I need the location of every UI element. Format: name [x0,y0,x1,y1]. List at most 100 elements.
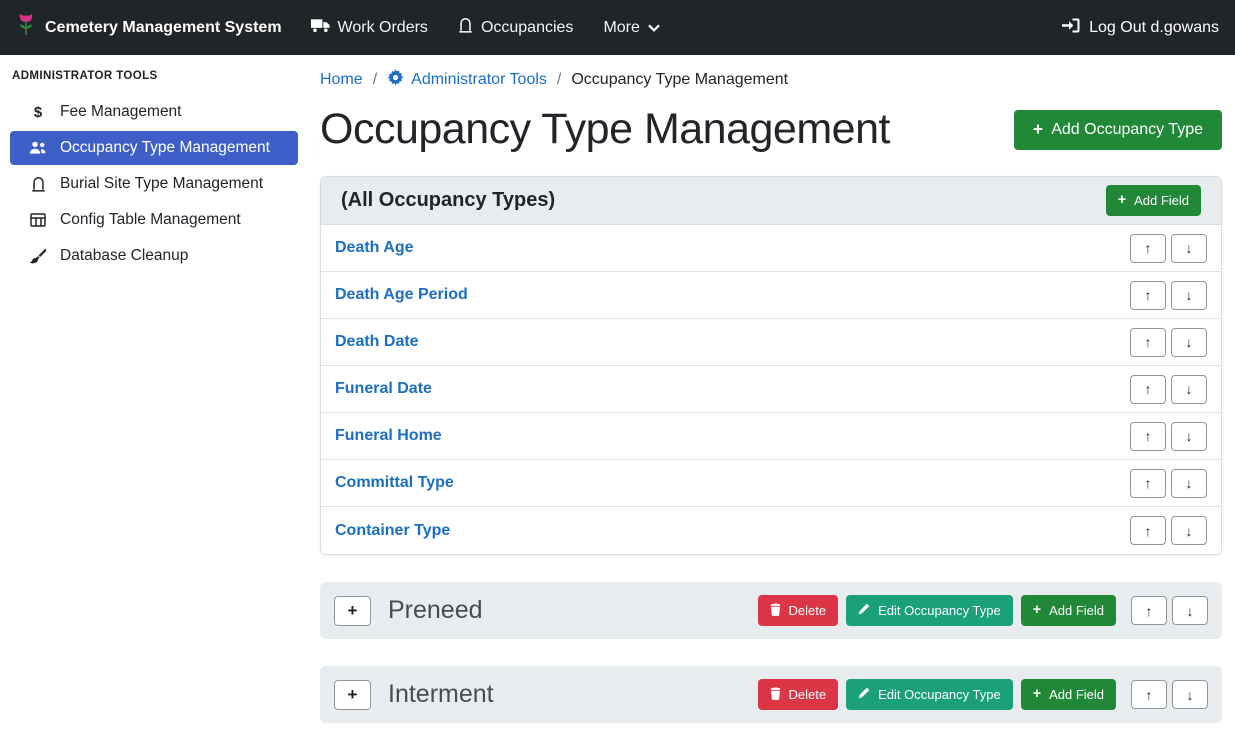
logout-icon [1062,18,1080,38]
add-field-label: Add Field [1049,603,1104,618]
nav-work-orders[interactable]: Work Orders [296,10,443,46]
logout-label: Log Out d.gowans [1089,19,1219,37]
reorder-buttons: ↑ ↓ [1130,516,1207,545]
field-link-death-age-period[interactable]: Death Age Period [335,286,468,304]
add-field-label: Add Field [1134,193,1189,208]
reorder-buttons: ↑ ↓ [1131,680,1208,709]
move-up-button[interactable]: ↑ [1130,234,1166,263]
field-link-funeral-home[interactable]: Funeral Home [335,427,442,445]
reorder-buttons: ↑ ↓ [1130,234,1207,263]
delete-button[interactable]: Delete [758,595,839,626]
move-down-button[interactable]: ↓ [1171,328,1207,357]
nav-links: Work Orders Occupancies More [296,9,675,46]
all-occupancy-types-card: (All Occupancy Types) + Add Field Death … [320,176,1222,555]
arrow-up-icon: ↑ [1145,523,1152,539]
expand-button[interactable]: + [334,596,371,626]
tombstone-icon [28,176,48,192]
move-up-button[interactable]: ↑ [1130,516,1166,545]
edit-occupancy-type-button[interactable]: Edit Occupancy Type [846,595,1013,626]
move-down-button[interactable]: ↓ [1171,422,1207,451]
move-up-button[interactable]: ↑ [1130,281,1166,310]
move-up-button[interactable]: ↑ [1131,596,1167,625]
broom-icon [28,248,48,264]
add-field-button[interactable]: + Add Field [1021,595,1116,626]
brand[interactable]: Cemetery Management System [16,12,282,44]
nav-occupancies[interactable]: Occupancies [443,9,589,46]
field-link-death-age[interactable]: Death Age [335,239,414,257]
table-icon [28,213,48,227]
add-occupancy-type-label: Add Occupancy Type [1051,121,1203,139]
delete-label: Delete [789,603,827,618]
move-down-button[interactable]: ↓ [1172,680,1208,709]
truck-icon [311,18,330,38]
field-row: Funeral Home ↑ ↓ [321,413,1221,460]
edit-occupancy-type-label: Edit Occupancy Type [878,687,1001,702]
sidebar-item-label: Fee Management [60,103,182,121]
edit-occupancy-type-button[interactable]: Edit Occupancy Type [846,679,1013,710]
section-actions: Delete Edit Occupancy Type + Add Field ↑ [758,595,1208,626]
nav-work-orders-label: Work Orders [338,19,428,37]
chevron-down-icon [648,19,660,37]
field-row: Committal Type ↑ ↓ [321,460,1221,507]
sidebar-item-fee-management[interactable]: $ Fee Management [10,95,298,129]
sidebar-item-label: Config Table Management [60,211,241,229]
move-down-button[interactable]: ↓ [1171,375,1207,404]
field-link-committal-type[interactable]: Committal Type [335,474,454,492]
plus-icon: + [1033,603,1041,617]
breadcrumb-separator: / [557,71,561,89]
pencil-icon [858,687,870,702]
trash-icon [770,687,781,703]
sidebar: ADMINISTRATOR TOOLS $ Fee Management Occ… [0,55,308,738]
move-down-button[interactable]: ↓ [1171,234,1207,263]
move-up-button[interactable]: ↑ [1130,375,1166,404]
move-down-button[interactable]: ↓ [1172,596,1208,625]
add-field-button[interactable]: + Add Field [1106,185,1201,216]
trash-icon [770,603,781,619]
sidebar-item-config-table-management[interactable]: Config Table Management [10,203,298,237]
users-icon [28,141,48,155]
arrow-up-icon: ↑ [1145,334,1152,350]
delete-button[interactable]: Delete [758,679,839,710]
move-up-button[interactable]: ↑ [1130,469,1166,498]
expand-button[interactable]: + [334,680,371,710]
occupancy-type-section-interment: + Interment Delete [320,666,1222,723]
occupancy-type-section-preneed: + Preneed Delete [320,582,1222,639]
plus-icon: + [1033,121,1043,139]
field-link-funeral-date[interactable]: Funeral Date [335,380,432,398]
main-content: Home / Administrator Tools / Occupancy T… [308,55,1235,738]
sidebar-item-database-cleanup[interactable]: Database Cleanup [10,239,298,273]
move-down-button[interactable]: ↓ [1171,281,1207,310]
arrow-up-icon: ↑ [1145,287,1152,303]
sidebar-item-burial-site-type-management[interactable]: Burial Site Type Management [10,167,298,201]
move-down-button[interactable]: ↓ [1171,469,1207,498]
sidebar-item-label: Database Cleanup [60,247,188,265]
top-navbar: Cemetery Management System Work Orders [0,0,1235,55]
plus-icon: + [1118,193,1126,207]
add-occupancy-type-button[interactable]: + Add Occupancy Type [1014,110,1222,150]
move-up-button[interactable]: ↑ [1131,680,1167,709]
field-link-death-date[interactable]: Death Date [335,333,419,351]
reorder-buttons: ↑ ↓ [1131,596,1208,625]
breadcrumb-home[interactable]: Home [320,71,363,89]
arrow-down-icon: ↓ [1187,603,1194,619]
card-title: (All Occupancy Types) [341,189,555,212]
move-up-button[interactable]: ↑ [1130,328,1166,357]
breadcrumb-administrator-tools[interactable]: Administrator Tools [387,69,547,91]
title-row: Occupancy Type Management + Add Occupanc… [320,105,1222,154]
breadcrumb-current: Occupancy Type Management [571,71,788,89]
sidebar-item-occupancy-type-management[interactable]: Occupancy Type Management [10,131,298,165]
add-field-button[interactable]: + Add Field [1021,679,1116,710]
delete-label: Delete [789,687,827,702]
logout-link[interactable]: Log Out d.gowans [1062,18,1219,38]
arrow-down-icon: ↓ [1186,287,1193,303]
brand-title: Cemetery Management System [45,19,282,37]
move-down-button[interactable]: ↓ [1171,516,1207,545]
move-up-button[interactable]: ↑ [1130,422,1166,451]
page-title: Occupancy Type Management [320,105,890,154]
add-field-label: Add Field [1049,687,1104,702]
arrow-down-icon: ↓ [1187,687,1194,703]
arrow-up-icon: ↑ [1145,240,1152,256]
section-actions: Delete Edit Occupancy Type + Add Field ↑ [758,679,1208,710]
nav-more[interactable]: More [588,11,674,45]
field-link-container-type[interactable]: Container Type [335,522,450,540]
